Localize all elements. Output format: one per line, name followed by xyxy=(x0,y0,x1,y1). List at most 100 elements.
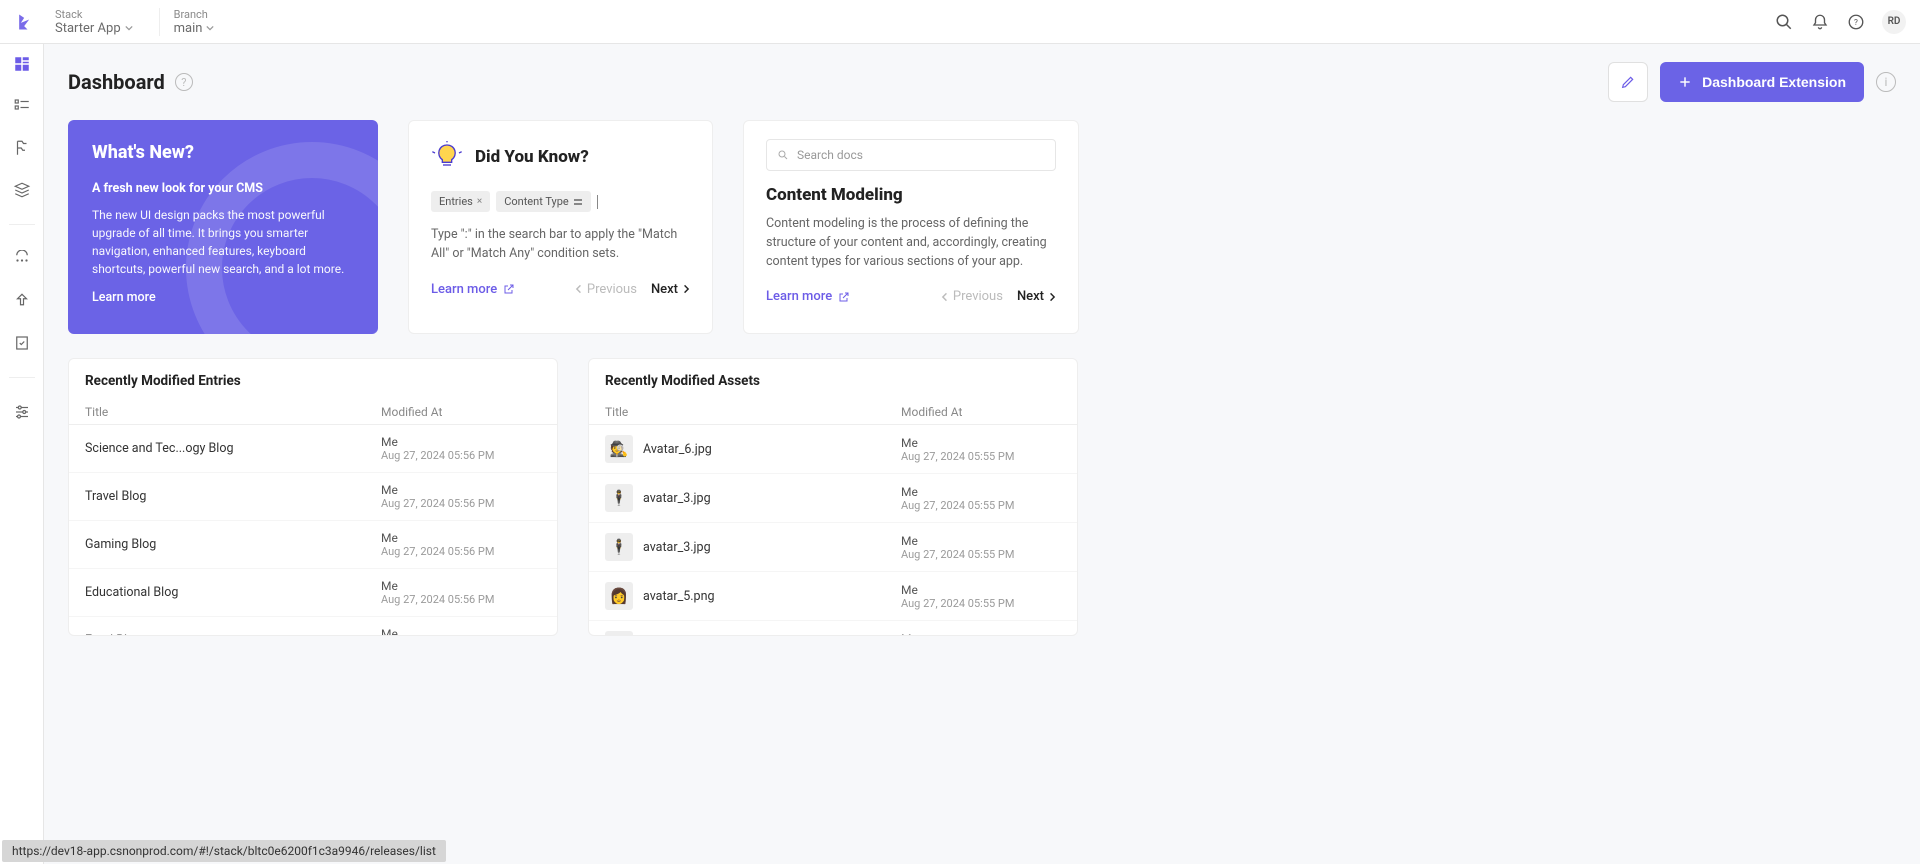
docs-card: Search docs Content Modeling Content mod… xyxy=(743,120,1079,334)
stack-value: Starter App xyxy=(55,21,121,36)
table-row[interactable]: 👩 avatar_5.png Me Aug 27, 2024 05:55 PM xyxy=(589,572,1077,621)
modified-by: Me xyxy=(381,483,541,497)
modified-at: Aug 27, 2024 05:56 PM xyxy=(381,593,541,606)
table-row[interactable]: 🏞️ travel-blog-banner.jpg Me Aug 27, 202… xyxy=(589,621,1077,635)
modified-by: Me xyxy=(901,583,1061,597)
col-title: Title xyxy=(605,405,901,419)
assets-table-body[interactable]: 🕵️ Avatar_6.jpg Me Aug 27, 2024 05:55 PM… xyxy=(589,425,1077,635)
info-icon[interactable]: i xyxy=(1876,72,1896,92)
asset-title: avatar_5.png xyxy=(643,589,715,604)
nav-settings[interactable] xyxy=(10,400,34,424)
whats-new-learn-more[interactable]: Learn more xyxy=(92,290,156,305)
table-row[interactable]: Gaming Blog Me Aug 27, 2024 05:56 PM xyxy=(69,521,557,569)
svg-text:?: ? xyxy=(1854,18,1858,28)
topbar: Stack Starter App Branch main ? RD xyxy=(0,0,1920,44)
pill-content-type: Content Type xyxy=(496,191,591,212)
cursor-marker xyxy=(597,195,598,209)
table-row[interactable]: Food Blog Me Aug 27, 2024 05:56 PM xyxy=(69,617,557,635)
modified-by: Me xyxy=(381,579,541,593)
close-icon: × xyxy=(477,196,482,207)
modified-by: Me xyxy=(381,531,541,545)
did-you-know-learn-more[interactable]: Learn more xyxy=(431,282,515,297)
search-icon[interactable] xyxy=(1774,12,1794,32)
lightbulb-icon xyxy=(431,141,463,173)
nav-separator xyxy=(9,224,35,225)
equals-icon xyxy=(573,197,583,207)
nav-publish-queue[interactable] xyxy=(10,247,34,271)
stack-selector[interactable]: Stack Starter App xyxy=(54,8,133,36)
branch-selector[interactable]: Branch main xyxy=(159,8,215,36)
main: Dashboard ? Dashboard Extension i What's… xyxy=(44,44,1920,836)
dashboard-extension-button[interactable]: Dashboard Extension xyxy=(1660,62,1864,102)
asset-thumbnail: 🕴️ xyxy=(605,533,633,561)
nav-dashboard[interactable] xyxy=(10,52,34,76)
table-row[interactable]: Science and Tec...ogy Blog Me Aug 27, 20… xyxy=(69,425,557,473)
asset-thumbnail: 🕵️ xyxy=(605,435,633,463)
pager-next[interactable]: Next xyxy=(651,282,690,297)
chevron-left-icon xyxy=(941,292,949,302)
nav-releases[interactable] xyxy=(10,289,34,313)
page-help-icon[interactable]: ? xyxy=(175,73,193,91)
chevron-right-icon xyxy=(682,284,690,294)
external-link-icon xyxy=(838,291,850,303)
asset-title: avatar_3.jpg xyxy=(643,540,711,555)
pencil-icon xyxy=(1620,74,1636,90)
recent-assets-card: Recently Modified Assets Title Modified … xyxy=(588,358,1078,636)
nav-assets[interactable] xyxy=(10,178,34,202)
entry-title: Gaming Blog xyxy=(85,537,156,552)
did-you-know-card: Did You Know? Entries × Content Type Typ… xyxy=(408,120,713,334)
asset-title: avatar_3.jpg xyxy=(643,491,711,506)
modified-by: Me xyxy=(901,485,1061,499)
left-nav xyxy=(0,44,44,864)
docs-heading: Content Modeling xyxy=(766,185,1056,205)
search-docs-input[interactable]: Search docs xyxy=(766,139,1056,171)
chevron-down-icon xyxy=(206,24,214,32)
nav-separator xyxy=(9,377,35,378)
bell-icon[interactable] xyxy=(1810,12,1830,32)
nav-content-types[interactable] xyxy=(10,136,34,160)
whats-new-body: The new UI design packs the most powerfu… xyxy=(92,206,354,278)
whats-new-heading: What's New? xyxy=(92,142,354,163)
help-icon[interactable]: ? xyxy=(1846,12,1866,32)
recent-entries-heading: Recently Modified Entries xyxy=(69,359,557,399)
docs-body: Content modeling is the process of defin… xyxy=(766,215,1056,271)
col-modified: Modified At xyxy=(381,405,541,419)
recent-entries-card: Recently Modified Entries Title Modified… xyxy=(68,358,558,636)
docs-learn-more[interactable]: Learn more xyxy=(766,289,850,304)
table-row[interactable]: Travel Blog Me Aug 27, 2024 05:56 PM xyxy=(69,473,557,521)
modified-at: Aug 27, 2024 05:56 PM xyxy=(381,449,541,462)
modified-by: Me xyxy=(901,632,1061,636)
logo[interactable] xyxy=(14,11,36,33)
nav-tasks[interactable] xyxy=(10,331,34,355)
col-title: Title xyxy=(85,405,381,419)
modified-at: Aug 27, 2024 05:55 PM xyxy=(901,548,1061,561)
pill-entries: Entries × xyxy=(431,191,490,212)
table-row[interactable]: 🕴️ avatar_3.jpg Me Aug 27, 2024 05:55 PM xyxy=(589,523,1077,572)
modified-at: Aug 27, 2024 05:55 PM xyxy=(901,499,1061,512)
modified-at: Aug 27, 2024 05:56 PM xyxy=(381,497,541,510)
entry-title: Travel Blog xyxy=(85,489,146,504)
plus-icon xyxy=(1678,75,1692,89)
entries-table-body[interactable]: Science and Tec...ogy Blog Me Aug 27, 20… xyxy=(69,425,557,635)
modified-at: Aug 27, 2024 05:56 PM xyxy=(381,545,541,558)
modified-by: Me xyxy=(381,435,541,449)
chevron-left-icon xyxy=(575,284,583,294)
table-row[interactable]: 🕵️ Avatar_6.jpg Me Aug 27, 2024 05:55 PM xyxy=(589,425,1077,474)
table-row[interactable]: Educational Blog Me Aug 27, 2024 05:56 P… xyxy=(69,569,557,617)
table-row[interactable]: 🕴️ avatar_3.jpg Me Aug 27, 2024 05:55 PM xyxy=(589,474,1077,523)
external-link-icon xyxy=(503,283,515,295)
whats-new-subheading: A fresh new look for your CMS xyxy=(92,181,354,196)
search-icon xyxy=(777,149,789,161)
stack-label: Stack xyxy=(55,8,133,21)
nav-entries[interactable] xyxy=(10,94,34,118)
avatar[interactable]: RD xyxy=(1882,10,1906,34)
branch-value: main xyxy=(174,21,203,36)
pager-next[interactable]: Next xyxy=(1017,289,1056,304)
modified-by: Me xyxy=(901,436,1061,450)
modified-at: Aug 27, 2024 05:55 PM xyxy=(901,450,1061,463)
modified-by: Me xyxy=(381,627,541,635)
edit-dashboard-button[interactable] xyxy=(1608,62,1648,102)
entry-title: Educational Blog xyxy=(85,585,178,600)
pager-previous: Previous xyxy=(941,289,1003,304)
status-url: https://dev18-app.csnonprod.com/#!/stack… xyxy=(2,840,446,862)
